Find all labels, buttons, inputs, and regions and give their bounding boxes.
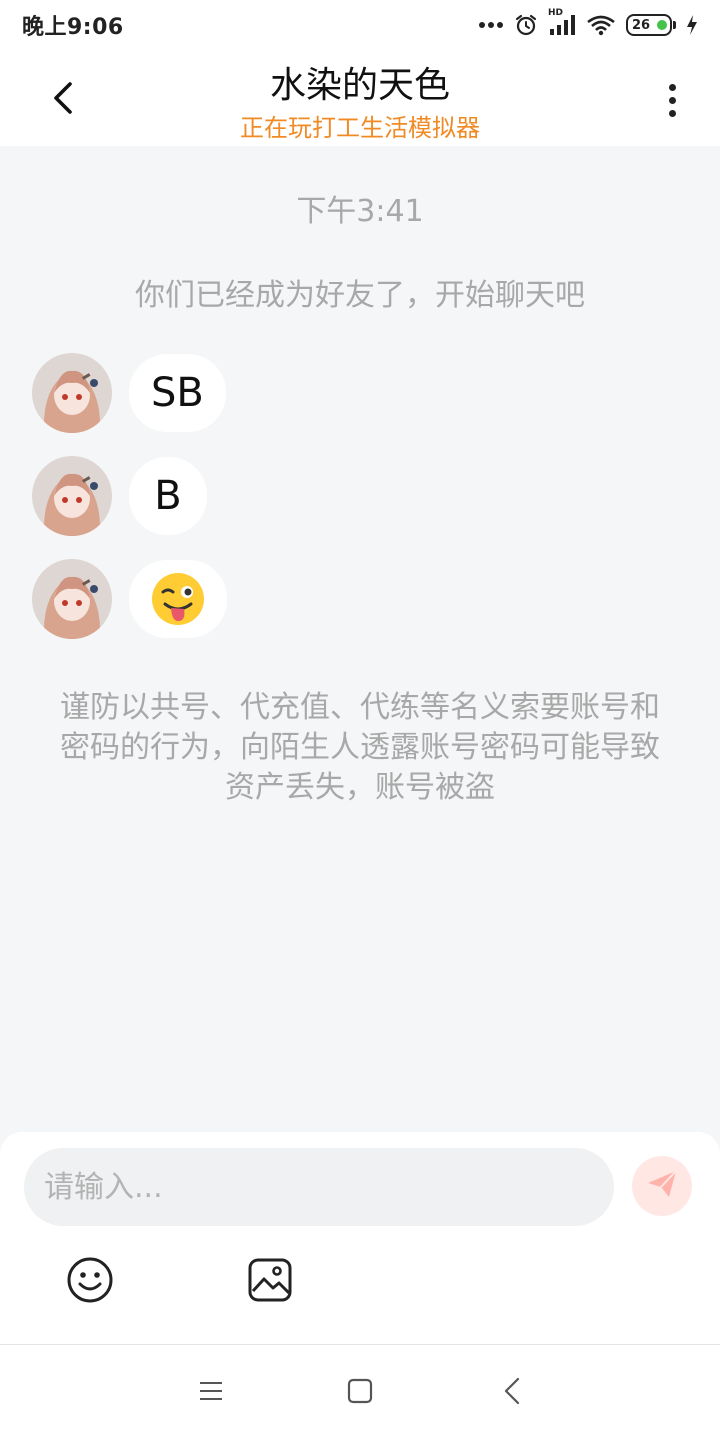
message-bubble[interactable]: SB <box>129 354 226 432</box>
charging-icon <box>686 14 698 36</box>
more-vertical-icon-dot <box>668 83 676 91</box>
message-input[interactable] <box>24 1148 614 1226</box>
message-timestamp: 下午3:41 <box>296 194 424 229</box>
battery-level: 26 <box>632 17 651 33</box>
home-button[interactable] <box>342 1375 378 1411</box>
battery-fill <box>657 20 667 30</box>
status-bar: 晚上9:06 HD 26 <box>0 0 720 50</box>
input-area <box>0 1132 720 1344</box>
chat-header: 水染的天色 正在玩打工生活模拟器 <box>0 50 720 146</box>
nav-back-button[interactable] <box>494 1375 530 1411</box>
chat-area[interactable]: 下午3:41 你们已经成为好友了，开始聊天吧 SB B 😜 谨防以共号、代充值、… <box>0 146 720 1132</box>
wifi-icon <box>586 14 616 36</box>
alarm-icon <box>514 13 538 37</box>
more-vertical-icon-dot <box>668 109 676 117</box>
more-vertical-icon-dot <box>668 96 676 104</box>
more-dots-icon <box>478 20 504 30</box>
avatar[interactable] <box>32 559 112 639</box>
status-icons: HD 26 <box>478 8 698 37</box>
message-bubble[interactable]: B <box>129 457 207 535</box>
avatar[interactable] <box>32 353 112 433</box>
send-icon <box>645 1167 679 1205</box>
emoji-icon <box>66 1256 114 1308</box>
battery-nub <box>673 21 676 29</box>
system-nav-bar <box>0 1344 720 1440</box>
image-icon <box>247 1257 293 1307</box>
contact-status: 正在玩打工生活模拟器 <box>240 114 480 142</box>
status-time: 晚上9:06 <box>22 15 124 40</box>
battery-body: 26 <box>626 14 672 36</box>
message-bubble[interactable]: 😜 <box>129 560 227 638</box>
more-options-button[interactable] <box>652 76 692 124</box>
image-button[interactable] <box>246 1258 294 1306</box>
friend-added-notice: 你们已经成为好友了，开始聊天吧 <box>135 278 585 313</box>
menu-icon <box>199 1380 223 1406</box>
emoji-button[interactable] <box>66 1256 114 1308</box>
network-label: HD <box>548 8 564 18</box>
message-row: B <box>32 456 207 536</box>
battery-icon: 26 <box>626 14 676 36</box>
send-button[interactable] <box>632 1156 692 1216</box>
message-row: SB <box>32 353 226 433</box>
winking-tongue-emoji: 😜 <box>151 572 205 626</box>
contact-name: 水染的天色 <box>269 65 450 106</box>
safety-warning: 谨防以共号、代充值、代练等名义索要账号和密码的行为，向陌生人透露账号密码可能导致… <box>60 690 660 805</box>
signal-icon: HD <box>548 8 576 36</box>
recent-apps-button[interactable] <box>193 1375 229 1411</box>
avatar[interactable] <box>32 456 112 536</box>
back-triangle-icon <box>503 1377 521 1409</box>
message-row: 😜 <box>32 559 227 639</box>
home-square-icon <box>347 1378 373 1408</box>
